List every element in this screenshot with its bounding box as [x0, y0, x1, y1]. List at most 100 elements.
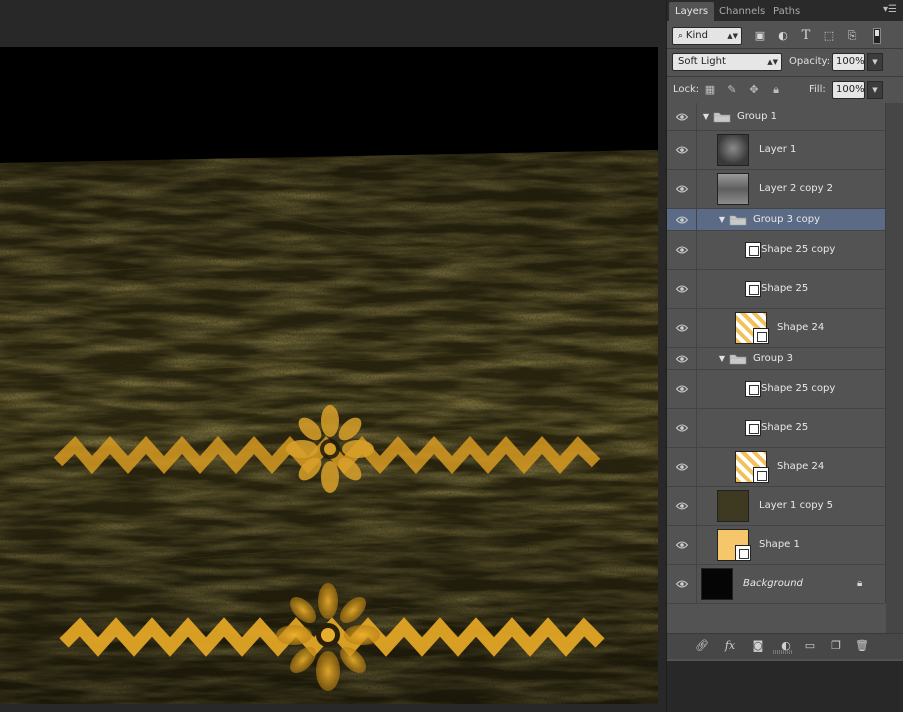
- layer-name[interactable]: Layer 2 copy 2: [759, 182, 833, 196]
- layer-row[interactable]: Shape 25 copy: [667, 370, 885, 409]
- new-layer-icon[interactable]: ❐: [827, 638, 845, 654]
- add-mask-icon[interactable]: ◙: [749, 638, 767, 654]
- visibility-toggle[interactable]: [667, 231, 697, 269]
- canvas-area[interactable]: [0, 0, 666, 712]
- panel-empty-area: [667, 661, 903, 712]
- layer-thumbnail: [701, 568, 733, 600]
- fill-input[interactable]: 100%: [832, 81, 865, 99]
- folder-icon: [729, 354, 747, 364]
- layer-name[interactable]: Shape 25 copy: [761, 382, 835, 396]
- lock-transparent-icon[interactable]: ▦: [703, 83, 717, 97]
- lock-all-icon[interactable]: 🔒︎: [769, 83, 783, 97]
- layer-row[interactable]: Shape 24: [667, 309, 885, 348]
- layer-row[interactable]: Layer 1: [667, 131, 885, 170]
- layer-group-row[interactable]: ▼ Group 3 copy: [667, 209, 885, 231]
- layer-row[interactable]: Shape 25: [667, 409, 885, 448]
- layers-panel: Layers Channels Paths ▾☰ ⌕ Kind ▲▼ ▣ ◐ T…: [666, 0, 903, 712]
- fill-dropdown-icon[interactable]: ▼: [867, 81, 883, 99]
- expand-collapse-icon[interactable]: ▼: [717, 215, 727, 225]
- visibility-toggle[interactable]: [667, 448, 697, 486]
- expand-collapse-icon[interactable]: ▼: [717, 354, 727, 364]
- new-group-icon[interactable]: ▭: [801, 638, 819, 654]
- blend-mode-value: Soft Light: [678, 56, 726, 67]
- eye-icon: [676, 113, 688, 120]
- layer-name[interactable]: Layer 1: [759, 143, 796, 157]
- vector-mask-icon: [753, 328, 769, 344]
- opacity-input[interactable]: 100%: [832, 53, 865, 71]
- panel-menu-icon[interactable]: ▾☰: [883, 4, 897, 16]
- layer-name[interactable]: Shape 24: [777, 321, 824, 335]
- visibility-toggle[interactable]: [667, 170, 697, 208]
- visibility-toggle[interactable]: [667, 309, 697, 347]
- layer-name[interactable]: Background: [743, 577, 803, 591]
- layer-row[interactable]: Shape 25: [667, 270, 885, 309]
- type-filter-icon[interactable]: T: [797, 27, 815, 45]
- layer-name[interactable]: Shape 25: [761, 282, 808, 296]
- pixel-filter-icon[interactable]: ▣: [751, 27, 769, 45]
- layer-row[interactable]: Shape 1: [667, 526, 885, 565]
- layer-name[interactable]: Group 1: [737, 110, 777, 124]
- layer-name[interactable]: Layer 1 copy 5: [759, 499, 833, 513]
- visibility-toggle[interactable]: [667, 487, 697, 525]
- visibility-toggle[interactable]: [667, 131, 697, 169]
- lock-position-icon[interactable]: ✥: [747, 83, 761, 97]
- layer-group-row[interactable]: ▼ Group 1: [667, 103, 885, 131]
- lock-image-icon[interactable]: ✎: [725, 83, 739, 97]
- folder-icon: [713, 112, 731, 122]
- layer-name[interactable]: Shape 25: [761, 421, 808, 435]
- opacity-dropdown-icon[interactable]: ▼: [867, 53, 883, 71]
- filter-row: ⌕ Kind ▲▼ ▣ ◐ T ⬚ ⎘: [667, 23, 903, 50]
- vector-mask-icon: [753, 467, 769, 483]
- visibility-toggle[interactable]: [667, 270, 697, 308]
- eye-icon: [676, 324, 688, 332]
- eye-icon: [676, 285, 688, 293]
- layer-row[interactable]: Layer 2 copy 2: [667, 170, 885, 209]
- eye-icon: [676, 541, 688, 549]
- eye-icon: [676, 355, 688, 362]
- vector-mask-icon: [735, 545, 751, 561]
- document-canvas[interactable]: [0, 47, 658, 704]
- eye-icon: [676, 463, 688, 471]
- layer-group-row[interactable]: ▼ Group 3: [667, 348, 885, 370]
- layer-name[interactable]: Shape 25 copy: [761, 243, 835, 257]
- adjustment-filter-icon[interactable]: ◐: [774, 27, 792, 45]
- visibility-toggle[interactable]: [667, 209, 697, 230]
- panel-resize-grip[interactable]: [773, 650, 793, 654]
- blend-mode-dropdown[interactable]: Soft Light ▲▼: [672, 53, 782, 71]
- tab-layers[interactable]: Layers: [669, 2, 715, 21]
- visibility-toggle[interactable]: [667, 370, 697, 408]
- layer-list-scrollbar[interactable]: [886, 103, 903, 633]
- vector-mask-icon: [745, 420, 761, 436]
- expand-collapse-icon[interactable]: ▼: [701, 112, 711, 122]
- layer-name[interactable]: Group 3 copy: [753, 213, 820, 227]
- visibility-toggle[interactable]: [667, 526, 697, 564]
- layer-row[interactable]: Shape 25 copy: [667, 231, 885, 270]
- folder-icon: [729, 215, 747, 225]
- layer-row[interactable]: Shape 24: [667, 448, 885, 487]
- visibility-toggle[interactable]: [667, 348, 697, 369]
- canvas-artwork: [0, 47, 658, 704]
- kind-filter-dropdown[interactable]: ⌕ Kind ▲▼: [672, 27, 742, 45]
- vector-mask-icon: [745, 381, 761, 397]
- shape-filter-icon[interactable]: ⬚: [820, 27, 838, 45]
- visibility-toggle[interactable]: [667, 103, 697, 130]
- layer-row[interactable]: Background 🔒︎: [667, 565, 885, 604]
- fx-icon[interactable]: fx: [721, 638, 739, 654]
- layer-thumbnail: [717, 173, 749, 205]
- visibility-toggle[interactable]: [667, 565, 697, 603]
- chevron-updown-icon: ▲▼: [767, 58, 778, 66]
- link-layers-icon[interactable]: 🔗︎: [693, 638, 711, 654]
- panel-tab-bar: Layers Channels Paths ▾☰: [667, 0, 903, 22]
- filter-toggle-icon[interactable]: [873, 28, 881, 44]
- delete-layer-icon[interactable]: 🗑︎: [853, 638, 871, 654]
- visibility-toggle[interactable]: [667, 409, 697, 447]
- smart-object-filter-icon[interactable]: ⎘: [843, 27, 861, 45]
- tab-channels[interactable]: Channels: [713, 2, 771, 21]
- layer-name[interactable]: Shape 1: [759, 538, 800, 552]
- layer-name[interactable]: Group 3: [753, 352, 793, 366]
- layer-row[interactable]: Layer 1 copy 5: [667, 487, 885, 526]
- layer-name[interactable]: Shape 24: [777, 460, 824, 474]
- tab-paths[interactable]: Paths: [767, 2, 806, 21]
- layer-list: ▼ Group 1 Layer 1 Layer 2 copy 2 ▼ Group 3 co…: [667, 103, 886, 604]
- eye-icon: [676, 424, 688, 432]
